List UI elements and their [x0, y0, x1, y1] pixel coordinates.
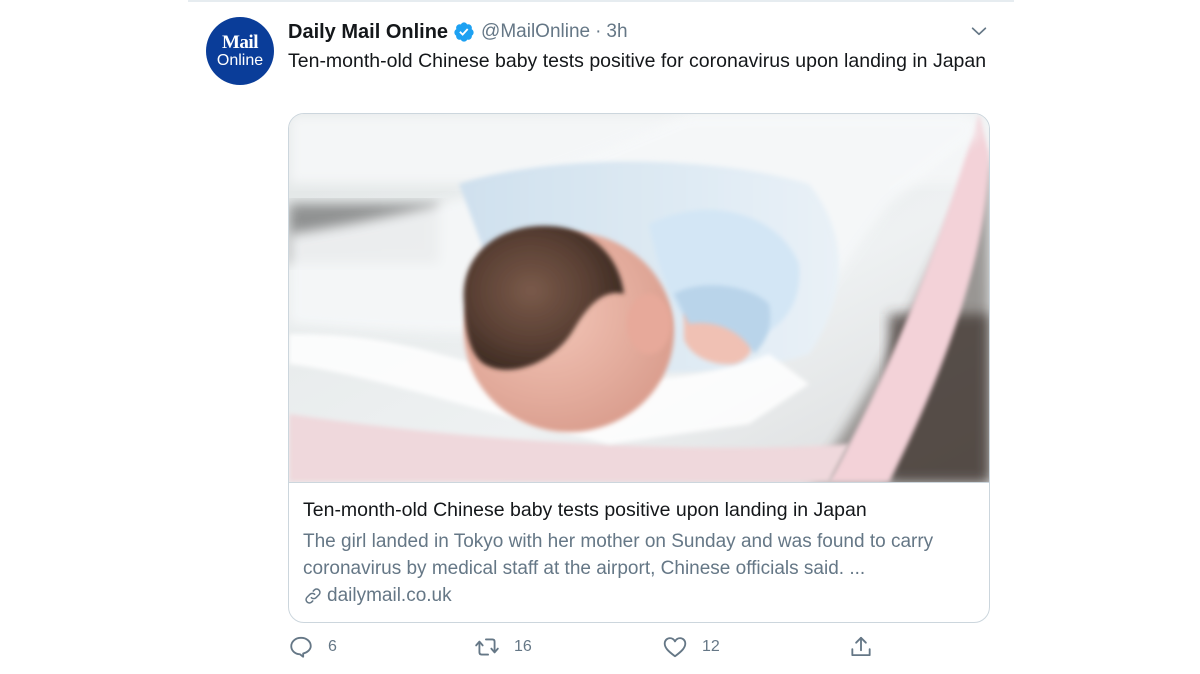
divider [188, 0, 1014, 2]
tweet-text: Ten-month-old Chinese baby tests positiv… [288, 50, 987, 72]
retweet-icon [475, 638, 499, 656]
card-title[interactable]: Ten-month-old Chinese baby tests positiv… [303, 499, 867, 522]
share-icon [851, 636, 871, 657]
verified-badge-icon [454, 22, 474, 42]
like-count: 12 [702, 638, 720, 655]
card-image[interactable] [289, 114, 989, 482]
link-icon [305, 588, 321, 604]
chevron-down-icon[interactable] [968, 20, 990, 42]
card-description: The girl landed in Tokyo with her mother… [303, 531, 934, 579]
avatar[interactable]: Mail Online [206, 17, 274, 85]
reply-button[interactable]: 6 [288, 634, 337, 660]
retweet-count: 16 [514, 638, 532, 655]
tweet[interactable]: Mail Online Daily Mail Online @MailOnlin… [188, 0, 1014, 674]
avatar-logo-mail: Mail [222, 32, 259, 53]
handle[interactable]: @MailOnline [481, 21, 590, 43]
timestamp[interactable]: 3h [606, 21, 627, 43]
reply-count: 6 [328, 638, 337, 655]
card-domain: dailymail.co.uk [327, 585, 452, 606]
heart-icon [663, 637, 687, 658]
share-button[interactable] [848, 634, 874, 660]
like-button[interactable]: 12 [662, 634, 720, 660]
tweet-header: Daily Mail Online @MailOnline · 3h [288, 18, 628, 46]
display-name[interactable]: Daily Mail Online [288, 21, 448, 44]
card-domain-link[interactable]: dailymail.co.uk [303, 585, 452, 607]
retweet-button[interactable]: 16 [474, 634, 532, 660]
separator-dot: · [595, 21, 602, 42]
avatar-logo-online: Online [216, 52, 264, 69]
card-body[interactable]: Ten-month-old Chinese baby tests positiv… [289, 482, 989, 622]
reply-icon [290, 636, 312, 658]
tweet-actions: 6 16 12 [288, 634, 988, 668]
link-card[interactable]: Ten-month-old Chinese baby tests positiv… [288, 113, 990, 623]
